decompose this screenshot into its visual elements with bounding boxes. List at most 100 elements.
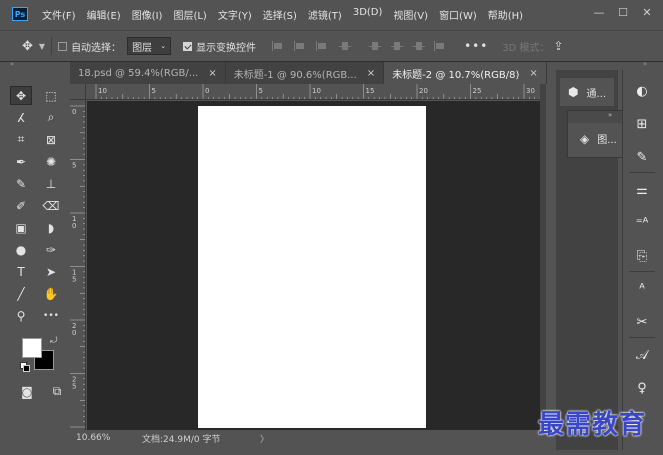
auto-select-checkbox[interactable]: 自动选择： (58, 39, 121, 54)
patch-tool-icon[interactable]: ✺ (40, 152, 62, 171)
color-icon[interactable]: ◐ (629, 80, 655, 102)
align-top-icon[interactable] (366, 39, 384, 53)
history-brush-tool-icon[interactable]: ✐ (10, 196, 32, 215)
path-select-tool-icon[interactable]: ➤ (40, 262, 62, 281)
maximize-button[interactable]: ☐ (611, 0, 635, 24)
horizontal-ruler[interactable]: 10 5 0 5 10 15 20 25 30 (86, 84, 540, 100)
more-tools-icon[interactable]: ••• (40, 306, 62, 325)
eyedropper-tool-icon[interactable]: ✒ (10, 152, 32, 171)
default-colors-icon[interactable] (20, 362, 30, 372)
brush-settings-icon[interactable]: ✎ (629, 146, 655, 168)
vertical-ruler[interactable]: 0510152025 (70, 100, 86, 430)
type-tool-icon[interactable]: T (10, 262, 32, 281)
swap-colors-icon[interactable]: ⤾ (50, 336, 58, 346)
crop-tool-icon[interactable]: ⌗ (10, 130, 32, 149)
canvas-area[interactable] (87, 101, 540, 430)
expand-panel-icon[interactable]: » (608, 111, 612, 119)
watermark-logo: 最需教育 (538, 410, 647, 440)
ruler-label: 5 (72, 276, 76, 284)
collapse-right-icon[interactable]: » (643, 60, 647, 68)
document-tab[interactable]: 18.psd @ 59.4%(RGB/... × (70, 62, 226, 84)
ruler-label: 30 (526, 87, 535, 95)
move-tool-icon[interactable]: ✥ (22, 39, 33, 54)
blur-tool-icon[interactable]: ◗ (40, 218, 62, 237)
align-right-icon[interactable] (314, 39, 332, 53)
menu-item[interactable]: 窗口(W) (439, 7, 477, 22)
menu-item[interactable]: 图像(I) (132, 7, 163, 22)
close-tab-icon[interactable]: × (529, 68, 537, 79)
show-transform-check-box[interactable] (183, 41, 193, 51)
ruler-label: 5 (72, 383, 76, 391)
show-transform-checkbox[interactable]: 显示变换控件 (183, 39, 256, 54)
eraser-tool-icon[interactable]: ⌫ (40, 196, 62, 215)
document-tab[interactable]: 未标题-1 @ 90.6%(RGB... × (225, 62, 385, 84)
zoom-level[interactable]: 10.66% (76, 433, 142, 443)
align-hcenter-icon[interactable] (292, 39, 310, 53)
vertical-scrollbar[interactable] (540, 84, 546, 430)
menu-item[interactable]: 图层(L) (173, 7, 206, 22)
pen-tool-icon[interactable]: ✑ (40, 240, 62, 259)
line-tool-icon[interactable]: ╱ (10, 284, 32, 303)
lasso-tool-icon[interactable]: ⵃ (10, 108, 32, 127)
chevron-down-icon: ⌄ (160, 42, 167, 50)
menu-item[interactable]: 帮助(H) (488, 7, 523, 22)
quick-mask-button[interactable]: ◙ (16, 382, 38, 401)
distribute-horizontal-icon[interactable] (432, 39, 450, 53)
clone-source-icon[interactable]: ⎘ (629, 245, 655, 267)
align-vcenter-icon[interactable] (388, 39, 406, 53)
more-options-button[interactable]: ••• (464, 39, 488, 53)
dodge-tool-icon[interactable]: ● (10, 240, 32, 259)
ruler-label: 10 (98, 87, 107, 95)
align-left-icon[interactable] (270, 39, 288, 53)
glyphs-icon[interactable]: 𝒜 (629, 344, 655, 366)
close-tab-icon[interactable]: × (208, 68, 216, 79)
align-bottom-icon[interactable] (410, 39, 428, 53)
paragraph-icon[interactable]: ᴬ (629, 278, 655, 300)
menu-item[interactable]: 文件(F) (42, 7, 76, 22)
screen-mode-button[interactable]: ⧉ (46, 382, 68, 401)
move-tool-icon[interactable]: ✥ (10, 86, 32, 105)
menu-item[interactable]: 选择(S) (263, 7, 297, 22)
close-tab-icon[interactable]: × (367, 68, 375, 79)
auto-select-check-box[interactable] (58, 41, 68, 51)
distribute-vertical-icon[interactable] (336, 39, 354, 53)
hand-tool-icon[interactable]: ✋ (40, 284, 62, 303)
zoom-tool-icon[interactable]: ⚲ (10, 306, 32, 325)
document-canvas[interactable] (198, 106, 426, 428)
swatches-icon[interactable]: ⊞ (629, 113, 655, 135)
stamp-tool-icon[interactable]: ⊥ (40, 174, 62, 193)
document-tab[interactable]: 未标题-2 @ 10.7%(RGB/8) × (384, 62, 547, 84)
ruler-label: 0 (205, 87, 209, 95)
dock-divider (629, 271, 655, 272)
dock-divider (629, 337, 655, 338)
character-style-icon[interactable]: ⁼ᴬ (629, 212, 655, 234)
collapse-left-icon[interactable]: « (10, 60, 14, 68)
tool-preset-dropdown[interactable]: ▼ (39, 42, 45, 51)
quick-select-tool-icon[interactable]: ⌕ (40, 108, 62, 127)
tool-presets-icon[interactable]: ✂ (629, 311, 655, 333)
ruler-origin[interactable] (70, 84, 86, 100)
menu-item[interactable]: 3D(D) (353, 7, 383, 22)
frame-tool-icon[interactable]: ⊠ (40, 130, 62, 149)
foreground-color-swatch[interactable] (22, 338, 42, 358)
adjustments-icon[interactable]: ⚌ (629, 179, 655, 201)
brush-tool-icon[interactable]: ✎ (10, 174, 32, 193)
ruler-label: 0 (72, 222, 76, 230)
document-info: 文档:24.9M/0 字节 (142, 434, 221, 445)
toolbar-bottom: ◙ ⧉ (16, 382, 76, 401)
channels-panel-tab[interactable]: ⬢ 通... (560, 78, 614, 106)
menu-item[interactable]: 文字(Y) (218, 7, 252, 22)
status-menu-arrow[interactable]: 〉 (260, 432, 269, 445)
ruler-label: 0 (72, 329, 76, 337)
learn-icon[interactable]: ♀ (629, 377, 655, 399)
close-button[interactable]: ✕ (635, 0, 659, 24)
gradient-tool-icon[interactable]: ▣ (10, 218, 32, 237)
auto-select-target-select[interactable]: 图层 ⌄ (127, 37, 172, 55)
marquee-tool-icon[interactable]: ⬚ (40, 86, 62, 105)
minimize-button[interactable]: — (587, 0, 611, 24)
panel-icon-dock: ◐ ⊞ ✎ ⚌ ⁼ᴬ ⎘ ᴬ ✂ 𝒜 ♀ (622, 70, 659, 450)
share-icon[interactable]: ⇪ (554, 39, 564, 53)
menu-item[interactable]: 视图(V) (393, 7, 428, 22)
menu-item[interactable]: 滤镜(T) (308, 7, 342, 22)
menu-item[interactable]: 编辑(E) (87, 7, 121, 22)
